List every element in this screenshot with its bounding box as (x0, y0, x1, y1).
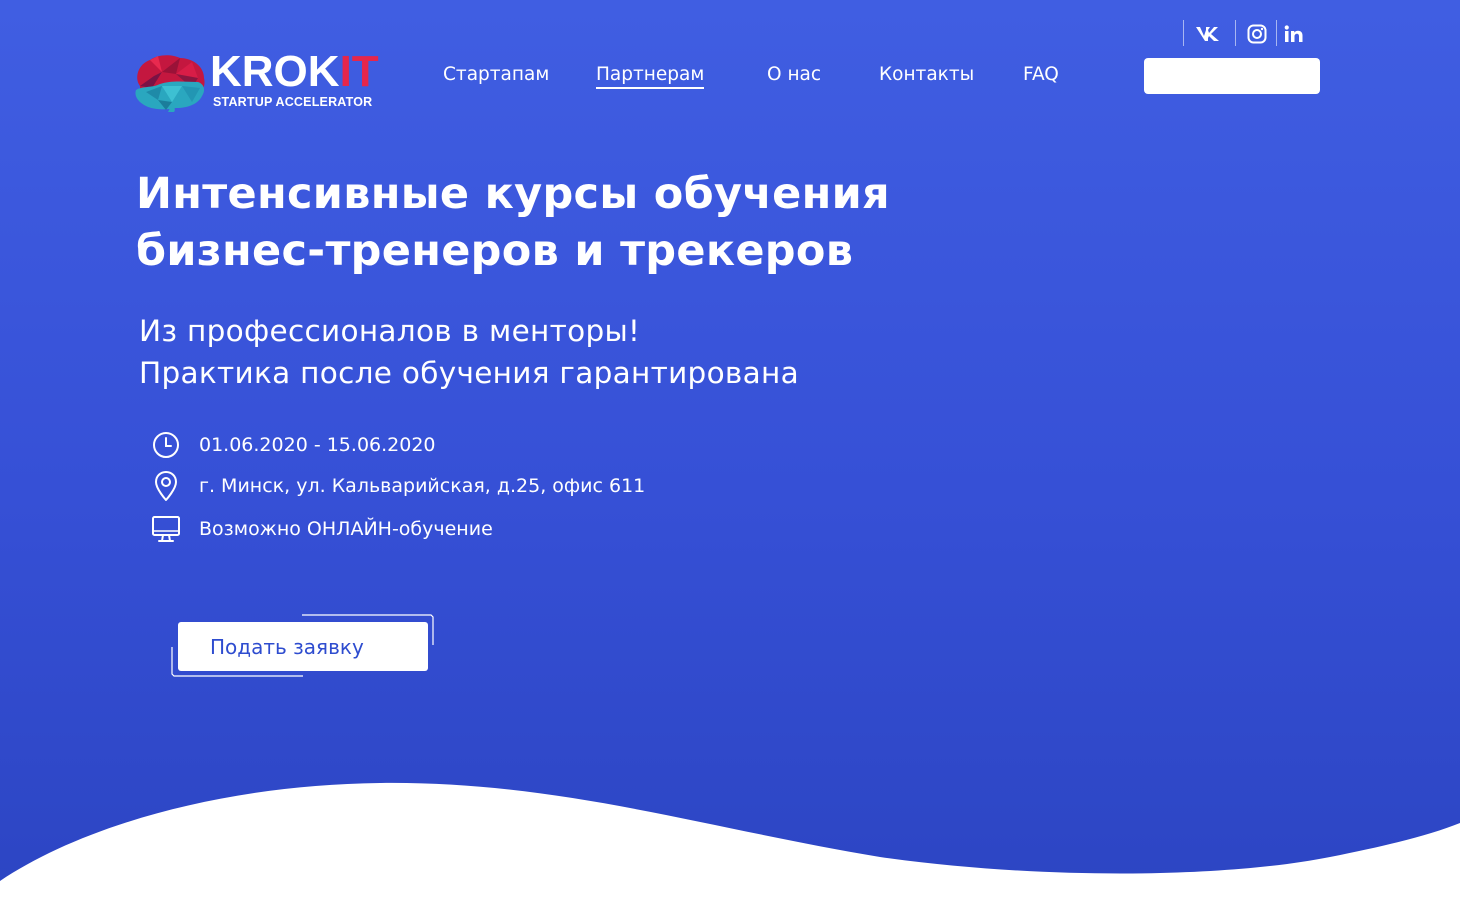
instagram-icon (1247, 24, 1267, 44)
info-location-text: г. Минск, ул. Кальварийская, д.25, офис … (199, 475, 646, 497)
krokit-logo[interactable]: KROKIT STARTUP ACCELERATOR (132, 47, 402, 114)
hero-section: KROKIT STARTUP ACCELERATOR Стартапам Пар… (0, 0, 1460, 897)
info-dates-text: 01.06.2020 - 15.06.2020 (199, 434, 436, 456)
header-action-button[interactable] (1144, 58, 1320, 94)
hero-title-line-1: Интенсивные курсы обучения (136, 169, 890, 219)
info-online-text: Возможно ОНЛАЙН-обучение (199, 518, 493, 540)
bottom-wave-decoration (0, 782, 1460, 897)
clock-icon (150, 429, 182, 461)
info-row-online: Возможно ОНЛАЙН-обучение (150, 513, 493, 545)
info-row-dates: 01.06.2020 - 15.06.2020 (150, 429, 436, 461)
monitor-icon (150, 513, 182, 545)
nav-item-partners[interactable]: Партнерам (596, 64, 705, 89)
location-pin-icon (150, 470, 182, 502)
submit-application-button[interactable]: Подать заявку (178, 622, 428, 671)
brain-logo-icon (135, 55, 205, 112)
logo-wordmark-accent: IT (339, 47, 379, 96)
hero-subtitle-line-1: Из профессионалов в менторы! (139, 314, 641, 348)
linkedin-icon (1284, 25, 1303, 42)
nav-item-contacts[interactable]: Контакты (879, 64, 974, 85)
hero-title-line-2: бизнес-тренеров и трекеров (136, 226, 854, 276)
instagram-link[interactable] (1244, 22, 1270, 46)
nav-item-about[interactable]: О нас (767, 64, 821, 85)
social-divider (1276, 20, 1277, 46)
hero-subtitle-line-2: Практика после обучения гарантирована (139, 356, 799, 390)
hero-subtitle: Из профессионалов в менторы! Практика по… (139, 310, 1039, 394)
nav-item-startups[interactable]: Стартапам (443, 64, 549, 85)
vk-icon (1196, 27, 1219, 41)
logo-wordmark: KROKIT (210, 47, 379, 96)
vk-link[interactable] (1195, 22, 1221, 46)
hero-title: Интенсивные курсы обучения бизнес-тренер… (136, 166, 1036, 280)
social-divider (1183, 20, 1184, 46)
nav-item-faq[interactable]: FAQ (1023, 64, 1059, 85)
linkedin-link[interactable] (1281, 22, 1307, 46)
social-divider (1235, 20, 1236, 46)
logo-tagline: STARTUP ACCELERATOR (213, 95, 373, 109)
cta-wrapper: Подать заявку (170, 614, 435, 678)
info-row-location: г. Минск, ул. Кальварийская, д.25, офис … (150, 470, 645, 502)
